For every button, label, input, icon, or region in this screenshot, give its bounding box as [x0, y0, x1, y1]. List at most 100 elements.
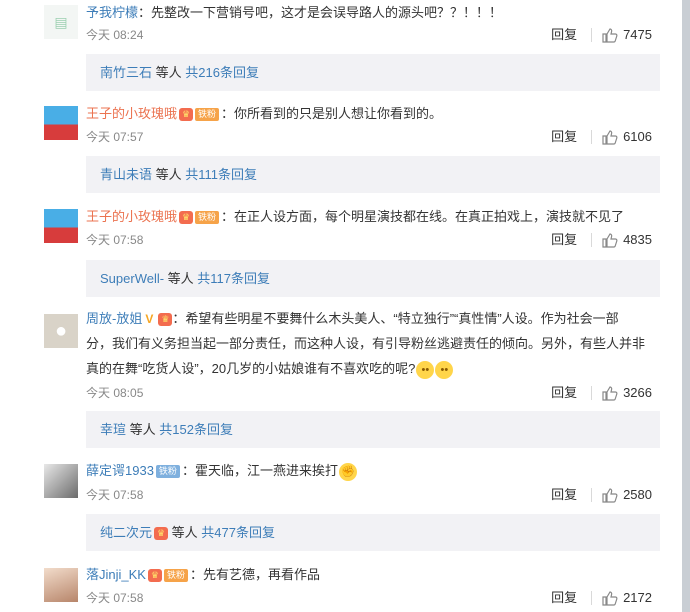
avatar[interactable] — [44, 106, 78, 140]
comment-text: ：先有艺德，再看作品 — [189, 567, 320, 582]
comment-meta: 今天 07:58 回复 4835 — [86, 230, 664, 250]
comment-actions: 回复 6106 — [551, 127, 652, 147]
sub-reply-user[interactable]: SuperWell- — [100, 271, 164, 286]
divider — [591, 233, 593, 247]
avatar[interactable] — [44, 209, 78, 243]
sub-reply-mid: 等人 — [152, 167, 186, 182]
sub-reply-count-link[interactable]: 共152条回复 — [159, 422, 233, 437]
scrollbar-track[interactable] — [682, 0, 690, 612]
thumbs-up-icon — [602, 385, 618, 401]
comment-body: 薛定谔1933 铁粉 ：霍天临，江一燕进来挨打 ✊ — [86, 458, 664, 483]
sub-replies: 青山未语 等人 共111条回复 — [86, 156, 660, 193]
sub-reply-user[interactable]: 青山未语 — [100, 167, 152, 182]
comment-username[interactable]: 周放-放姐 — [86, 311, 142, 326]
comment-text: ：霍天临，江一燕进来挨打 — [181, 463, 338, 478]
sub-replies: 纯二次元 ♛ 等人 共477条回复 — [86, 514, 660, 551]
comment-meta: 今天 07:58 回复 2172 — [86, 588, 664, 608]
reply-button[interactable]: 回复 — [551, 383, 577, 403]
emoji-icon: •• — [416, 360, 435, 379]
sub-reply-count-link[interactable]: 共216条回复 — [185, 65, 259, 80]
like-count: 4835 — [623, 232, 652, 247]
thumbs-up-icon — [602, 232, 618, 248]
comment-username[interactable]: 落Jinji_KK — [86, 567, 146, 582]
avatar[interactable]: ● — [44, 314, 78, 348]
comment-list: ▤ 予我柠檬：先整改一下营销号吧，这才是会误导路人的源头吧？？！！！ 今天 08… — [0, 0, 682, 612]
avatar-image — [44, 464, 78, 498]
like-count: 2580 — [623, 487, 652, 502]
comment-body: 落Jinji_KK ♛ 铁粉 ：先有艺德，再看作品 — [86, 562, 664, 587]
emoji-icon: •• — [435, 360, 454, 379]
sub-reply-count-link[interactable]: 共117条回复 — [197, 271, 270, 286]
fan-badge: 铁粉 — [195, 211, 220, 225]
comment-meta: 今天 07:57 回复 6106 — [86, 127, 664, 147]
sub-reply-count-link[interactable]: 共111条回复 — [185, 167, 257, 182]
comment-username[interactable]: 王子的小玫瑰哦 — [86, 209, 177, 224]
avatar[interactable] — [44, 568, 78, 602]
comment-text-line: 分，我们有义务担当起一部分责任，而这种人设，有引导粉丝逃避责任的倾向。另外，有些… — [86, 336, 646, 351]
like-button[interactable]: 2580 — [602, 485, 652, 505]
emoji-icon: ✊ — [338, 462, 357, 481]
comment-username[interactable]: 予我柠檬 — [86, 5, 138, 20]
sub-reply-mid: 等人 — [152, 65, 186, 80]
comment-text: ：在正人设方面，每个明星演技都在线。在真正拍戏上，演技就不见了 — [221, 209, 625, 224]
crown-icon: ♛ — [179, 211, 194, 225]
comment-time: 今天 07:58 — [86, 488, 144, 502]
comment-username[interactable]: 王子的小玫瑰哦 — [86, 106, 177, 121]
comment-actions: 回复 4835 — [551, 230, 652, 250]
thumbs-up-icon — [602, 27, 618, 43]
crown-icon: ♛ — [179, 108, 194, 122]
comment-meta: 今天 08:05 回复 3266 — [86, 383, 664, 403]
comment-text: ：你所看到的只是别人想让你看到的。 — [221, 106, 443, 121]
reply-button[interactable]: 回复 — [551, 230, 577, 250]
comment-time: 今天 08:05 — [86, 386, 144, 400]
comment-body: 王子的小玫瑰哦 ♛ 铁粉 ：在正人设方面，每个明星演技都在线。在真正拍戏上，演技就不见… — [86, 204, 664, 229]
thumbs-up-icon — [602, 487, 618, 503]
crown-icon: ♛ — [154, 527, 169, 541]
avatar-placeholder-icon: ▤ — [54, 13, 68, 30]
sub-reply-user[interactable]: 幸瑄 — [100, 422, 126, 437]
comment-actions: 回复 2172 — [551, 588, 652, 608]
comment-text-line: 真的在舞“吃货人设”，20几岁的小姑娘谁有不喜欢吃的呢? — [86, 361, 416, 376]
sub-replies: 幸瑄 等人 共152条回复 — [86, 411, 660, 448]
sub-reply-user[interactable]: 南竹三石 — [100, 65, 152, 80]
crown-icon: ♛ — [158, 313, 173, 327]
comment-body: 予我柠檬：先整改一下营销号吧，这才是会误导路人的源头吧？？！！！ — [86, 0, 664, 25]
comment-time: 今天 07:58 — [86, 233, 144, 247]
reply-button[interactable]: 回复 — [551, 25, 577, 45]
divider — [591, 386, 593, 400]
divider — [591, 130, 593, 144]
comment-body: 王子的小玫瑰哦 ♛ 铁粉 ：你所看到的只是别人想让你看到的。 — [86, 101, 664, 126]
comment-actions: 回复 7475 — [551, 25, 652, 45]
comment-meta: 今天 08:24 回复 7475 — [86, 25, 664, 45]
like-count: 7475 — [623, 27, 652, 42]
like-button[interactable]: 3266 — [602, 383, 652, 403]
sub-reply-user[interactable]: 纯二次元 — [100, 525, 152, 540]
comment-text: ：先整改一下营销号吧，这才是会误导路人的源头吧？？！！！ — [138, 5, 503, 20]
comment-time: 今天 07:58 — [86, 591, 144, 605]
like-count: 2172 — [623, 590, 652, 605]
like-button[interactable]: 7475 — [602, 25, 652, 45]
reply-button[interactable]: 回复 — [551, 485, 577, 505]
avatar-image — [44, 209, 78, 243]
reply-button[interactable]: 回复 — [551, 588, 577, 608]
like-button[interactable]: 6106 — [602, 127, 652, 147]
like-button[interactable]: 4835 — [602, 230, 652, 250]
reply-button[interactable]: 回复 — [551, 127, 577, 147]
avatar[interactable] — [44, 464, 78, 498]
fan-badge: 铁粉 — [163, 569, 188, 583]
sub-replies: 南竹三石 等人 共216条回复 — [86, 54, 660, 91]
like-button[interactable]: 2172 — [602, 588, 652, 608]
comment-actions: 回复 3266 — [551, 383, 652, 403]
avatar[interactable]: ▤ — [44, 5, 78, 39]
divider — [591, 591, 593, 605]
avatar-image — [44, 568, 78, 602]
comment-time: 今天 07:57 — [86, 130, 144, 144]
avatar-image — [44, 106, 78, 140]
avatar-image: ● — [54, 319, 68, 342]
like-count: 3266 — [623, 385, 652, 400]
sub-reply-count-link[interactable]: 共477条回复 — [201, 525, 275, 540]
thumbs-up-icon — [602, 129, 618, 145]
comment-username[interactable]: 薛定谔1933 — [86, 463, 154, 478]
sub-reply-mid: 等人 — [126, 422, 160, 437]
thumbs-up-icon — [602, 590, 618, 606]
